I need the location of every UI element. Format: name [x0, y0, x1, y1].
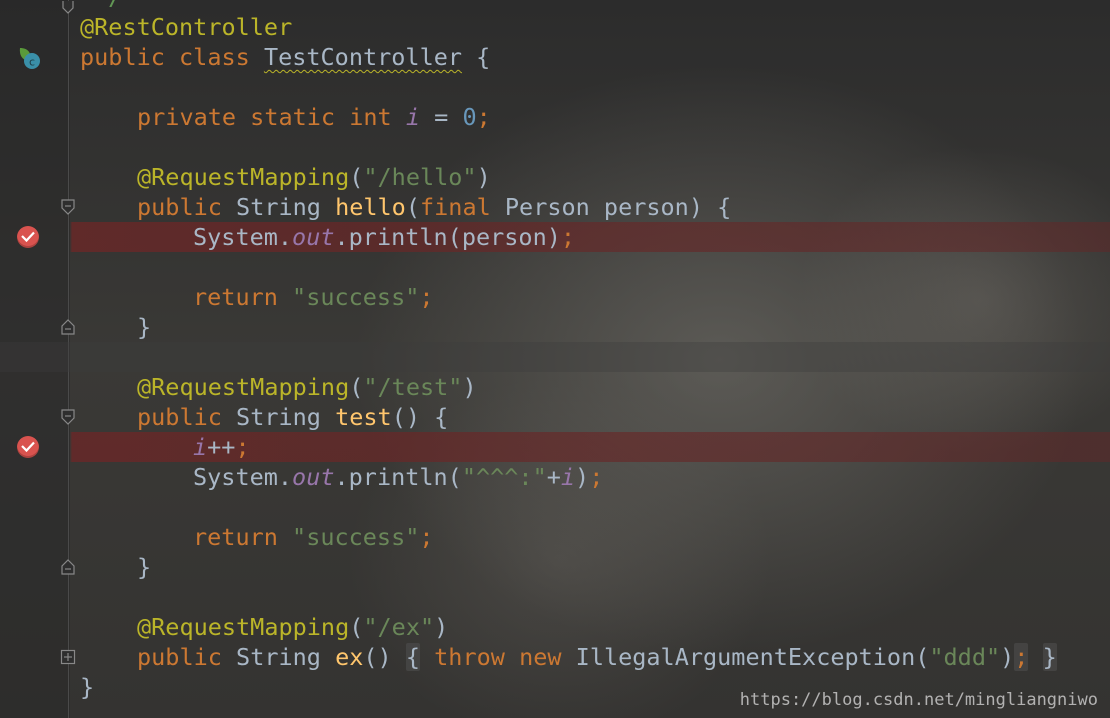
- fold-end-icon[interactable]: [60, 0, 76, 16]
- code-line-15-breakpoint[interactable]: i++;: [0, 432, 1110, 462]
- method-call: .println(person): [334, 223, 561, 251]
- class-name: TestController: [263, 43, 463, 71]
- keyword: new: [519, 643, 562, 671]
- keyword: return: [193, 283, 278, 311]
- semicolon: ;: [560, 223, 576, 251]
- object-ref: System.: [193, 463, 293, 491]
- params: Person person) {: [490, 193, 732, 221]
- watermark: https://blog.csdn.net/mingliangniwo: [739, 690, 1098, 710]
- paren: (: [405, 193, 420, 221]
- type-name: String: [236, 643, 321, 671]
- annotation: @RequestMapping: [137, 163, 350, 191]
- method-name: ex: [335, 643, 364, 671]
- keyword: public class: [80, 43, 250, 71]
- fold-start-icon[interactable]: [60, 409, 76, 425]
- paren: ): [476, 163, 491, 191]
- code-line-14[interactable]: public String test() {: [0, 402, 1110, 432]
- code-line-8-breakpoint[interactable]: System.out.println(person);: [0, 222, 1110, 252]
- string-literal: "ddd": [929, 643, 1001, 671]
- params: () {: [391, 403, 449, 431]
- fold-end-icon[interactable]: [60, 559, 76, 575]
- paren: ): [434, 613, 449, 641]
- field-name: i: [405, 103, 420, 131]
- field-name: i: [193, 433, 208, 461]
- folded-brace-close[interactable]: }: [1042, 643, 1057, 671]
- code-line-11[interactable]: }: [0, 312, 1110, 342]
- paren: ): [575, 463, 590, 491]
- fold-start-icon[interactable]: [60, 199, 76, 215]
- code-line-18[interactable]: return "success";: [0, 522, 1110, 552]
- semicolon: ;: [589, 463, 604, 491]
- spring-class-icon[interactable]: c: [16, 45, 42, 71]
- brace: }: [137, 313, 152, 341]
- operator: +: [546, 463, 561, 491]
- method-call: .println(: [334, 463, 462, 491]
- code-editor[interactable]: */ @RestController public class TestCont…: [0, 0, 1110, 718]
- string-literal: "/test": [363, 373, 463, 401]
- operator: ++: [207, 433, 236, 461]
- code-line-2[interactable]: public class TestController {: [0, 42, 1110, 72]
- code-line-6[interactable]: @RequestMapping("/hello"): [0, 162, 1110, 192]
- paren: (: [349, 163, 364, 191]
- svg-text:c: c: [29, 56, 35, 69]
- paren: ): [462, 373, 477, 401]
- keyword: return: [193, 523, 278, 551]
- brace: {: [462, 43, 491, 71]
- keyword: public: [137, 403, 222, 431]
- keyword: public: [137, 643, 222, 671]
- code-line-19[interactable]: }: [0, 552, 1110, 582]
- semicolon: ;: [1014, 643, 1029, 671]
- annotation: @RequestMapping: [137, 373, 350, 401]
- method-name: hello: [335, 193, 406, 221]
- breakpoint-icon[interactable]: [17, 226, 39, 248]
- semicolon: ;: [419, 523, 434, 551]
- folded-brace-open[interactable]: {: [405, 643, 420, 671]
- fold-end-icon[interactable]: [60, 319, 76, 335]
- code-line-12-current[interactable]: [0, 342, 1110, 372]
- breakpoint-icon[interactable]: [17, 436, 39, 458]
- string-literal: "/hello": [363, 163, 477, 191]
- operator: =: [419, 103, 463, 131]
- code-line-22[interactable]: public String ex() { throw new IllegalAr…: [0, 642, 1110, 672]
- paren: ): [1000, 643, 1015, 671]
- string-literal: "success": [292, 523, 420, 551]
- code-line-4[interactable]: private static int i = 0;: [0, 102, 1110, 132]
- semicolon: ;: [419, 283, 434, 311]
- number-literal: 0: [462, 103, 477, 131]
- keyword: private static int: [137, 103, 392, 131]
- keyword: public: [137, 193, 222, 221]
- string-literal: "success": [292, 283, 420, 311]
- semicolon: ;: [235, 433, 250, 461]
- brace: }: [80, 673, 95, 701]
- string-literal: "^^^:": [461, 463, 547, 491]
- brace: }: [137, 553, 152, 581]
- method-name: test: [335, 403, 392, 431]
- semicolon: ;: [476, 103, 491, 131]
- annotation: @RestController: [80, 13, 293, 41]
- object-ref: System.: [193, 223, 293, 251]
- annotation: @RequestMapping: [137, 613, 350, 641]
- code-line-10[interactable]: return "success";: [0, 282, 1110, 312]
- code-line-7[interactable]: public String hello(final Person person)…: [0, 192, 1110, 222]
- code-line-13[interactable]: @RequestMapping("/test"): [0, 372, 1110, 402]
- field-name: i: [560, 463, 576, 491]
- keyword: final: [420, 193, 491, 221]
- static-field: out: [292, 223, 335, 251]
- code-line-comment-end[interactable]: */: [0, 0, 1110, 12]
- fold-expand-icon[interactable]: [60, 649, 76, 665]
- string-literal: "/ex": [363, 613, 435, 641]
- keyword: throw: [434, 643, 505, 671]
- paren: (: [349, 613, 364, 641]
- paren: (: [349, 373, 364, 401]
- static-field: out: [292, 463, 335, 491]
- code-line-1[interactable]: @RestController: [0, 12, 1110, 42]
- paren: (: [915, 643, 930, 671]
- code-line-16[interactable]: System.out.println("^^^:"+i);: [0, 462, 1110, 492]
- comment-text: */: [94, 0, 122, 11]
- code-line-21[interactable]: @RequestMapping("/ex"): [0, 612, 1110, 642]
- class-name: IllegalArgumentException: [575, 643, 916, 671]
- params: (): [363, 643, 392, 671]
- type-name: String: [236, 193, 321, 221]
- type-name: String: [236, 403, 321, 431]
